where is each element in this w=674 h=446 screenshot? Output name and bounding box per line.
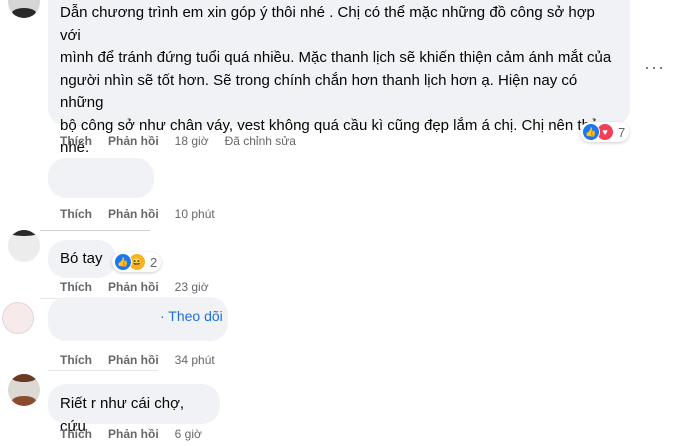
comment-actions: Thích Phản hồi 18 giờ Đã chỉnh sửa [60, 133, 296, 149]
like-button[interactable]: Thích [60, 353, 92, 367]
follow-link[interactable]: · Theo dõi [160, 308, 223, 324]
reply-button[interactable]: Phản hồi [108, 353, 159, 367]
like-button[interactable]: Thích [60, 207, 92, 221]
like-icon: 👍 [114, 253, 132, 271]
comment-actions: Thích Phản hồi 6 giờ [60, 426, 202, 442]
commenter-avatar[interactable] [2, 302, 34, 334]
timestamp[interactable]: 10 phút [175, 207, 215, 221]
comment-actions: Thích Phản hồi 23 giờ [60, 279, 209, 295]
edited-label: Đã chỉnh sửa [224, 134, 296, 148]
timestamp[interactable]: 23 giờ [175, 280, 209, 294]
like-button[interactable]: Thích [60, 280, 92, 294]
divider [40, 230, 150, 231]
commenter-avatar[interactable] [8, 230, 40, 262]
comment-bubble: Dẫn chương trình em xin góp ý thôi nhé .… [48, 0, 630, 156]
comment-actions: Thích Phản hồi 34 phút [60, 352, 215, 368]
like-button[interactable]: Thích [60, 427, 92, 441]
reaction-summary[interactable]: 👍 😆 2 [112, 252, 162, 272]
reply-button[interactable]: Phản hồi [108, 207, 159, 221]
commenter-avatar[interactable] [8, 0, 40, 18]
commenter-avatar[interactable] [8, 374, 40, 406]
more-options-icon[interactable]: ··· [644, 58, 665, 76]
timestamp[interactable]: 6 giờ [175, 427, 202, 441]
reaction-count: 2 [150, 254, 158, 270]
reply-button[interactable]: Phản hồi [108, 427, 159, 441]
comment-bubble: Riết r như cái chợ, cứu [48, 384, 220, 435]
reply-button[interactable]: Phản hồi [108, 280, 159, 294]
reaction-summary[interactable]: 👍 ♥ 7 [580, 122, 630, 142]
comment-text: Bó tay [60, 250, 103, 267]
comment-bubble: Bó tay [48, 240, 116, 278]
reaction-count: 7 [618, 124, 626, 140]
like-button[interactable]: Thích [60, 134, 92, 148]
divider [48, 370, 158, 371]
timestamp[interactable]: 18 giờ [175, 134, 209, 148]
comment-bubble [48, 158, 154, 198]
like-icon: 👍 [582, 123, 600, 141]
reply-button[interactable]: Phản hồi [108, 134, 159, 148]
timestamp[interactable]: 34 phút [175, 353, 215, 367]
comment-actions: Thích Phản hồi 10 phút [60, 206, 215, 222]
